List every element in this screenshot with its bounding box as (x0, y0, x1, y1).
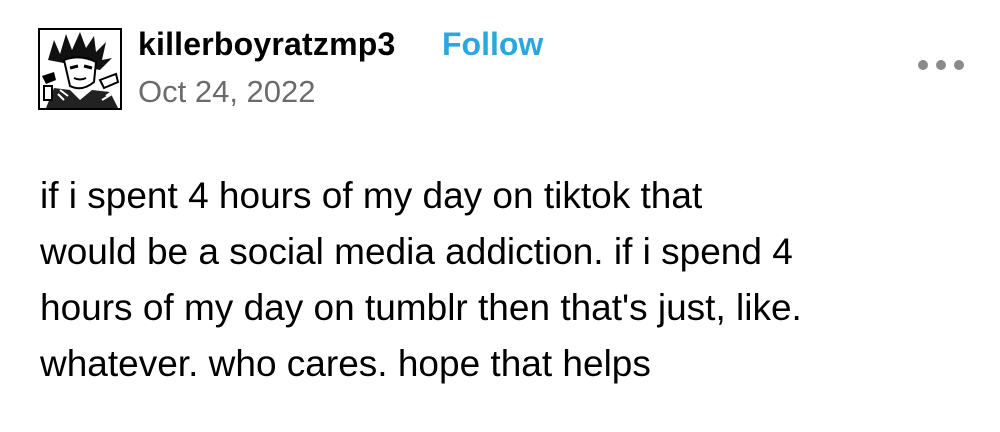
more-horizontal-icon (954, 60, 964, 70)
follow-button[interactable]: Follow (442, 26, 543, 63)
post-card: killerboyratzmp3 Follow Oct 24, 2022 if … (0, 0, 1000, 432)
more-horizontal-icon (918, 60, 928, 70)
more-horizontal-icon (936, 60, 946, 70)
post-date: Oct 24, 2022 (138, 74, 316, 109)
post-body-line: would be a social media addiction. if i … (40, 231, 793, 272)
post-body-line: if i spent 4 hours of my day on tiktok t… (40, 175, 703, 216)
username-link[interactable]: killerboyratzmp3 (138, 26, 396, 63)
avatar[interactable] (38, 28, 122, 110)
post-body: if i spent 4 hours of my day on tiktok t… (40, 168, 970, 392)
post-body-line: whatever. who cares. hope that helps (40, 343, 651, 384)
more-options-button[interactable] (918, 56, 964, 74)
user-avatar-illustration (40, 30, 120, 108)
post-body-line: hours of my day on tumblr then that's ju… (40, 287, 802, 328)
